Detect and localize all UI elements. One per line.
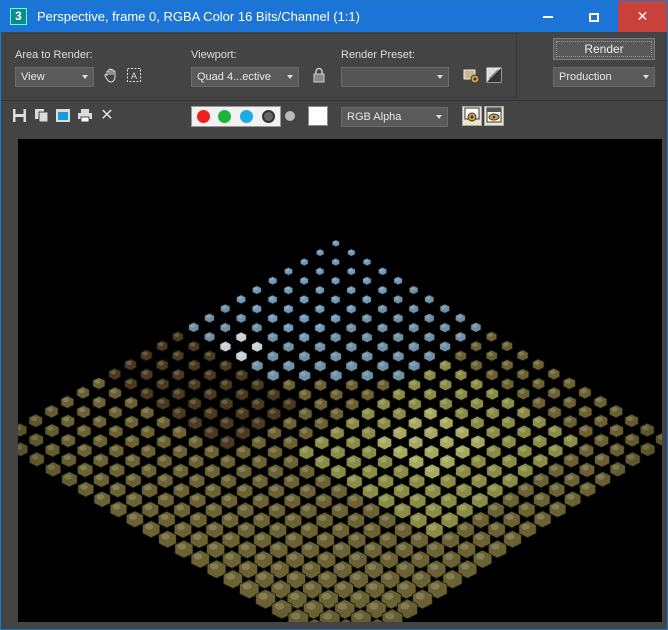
minimize-icon <box>543 16 553 19</box>
channel-display-dropdown[interactable]: RGB Alpha <box>341 107 448 127</box>
frame-toolbar: ✕ RGB Alpha <box>1 100 667 131</box>
render-preset-dropdown[interactable] <box>341 67 449 87</box>
toggle-ui-icon[interactable] <box>484 106 504 126</box>
channel-display-value: RGB Alpha <box>347 111 402 123</box>
production-value: Production <box>559 71 612 83</box>
close-button[interactable]: ✕ <box>618 1 667 32</box>
auto-region-icon[interactable]: A <box>124 67 144 87</box>
viewport-label: Viewport: <box>191 49 237 61</box>
alpha-channel-toggle[interactable] <box>262 110 275 123</box>
swatch-color-box[interactable] <box>308 106 328 126</box>
lock-icon[interactable] <box>309 67 329 87</box>
copy-image-icon[interactable] <box>33 108 49 124</box>
chevron-down-icon <box>643 75 649 79</box>
print-icon[interactable] <box>77 108 93 124</box>
monochrome-toggle[interactable] <box>285 111 295 121</box>
clone-frame-icon[interactable] <box>55 108 71 124</box>
area-to-render-value: View <box>21 71 45 83</box>
render-preset-label: Render Preset: <box>341 49 415 61</box>
render-settings-panel: Area to Render: View A Viewport: Quad 4.… <box>5 33 517 98</box>
minimize-button[interactable] <box>525 1 571 32</box>
blue-channel-toggle[interactable] <box>240 110 253 123</box>
clear-icon[interactable]: ✕ <box>99 108 115 124</box>
area-to-render-dropdown[interactable]: View <box>15 67 94 87</box>
green-channel-toggle[interactable] <box>218 110 231 123</box>
window-title: Perspective, frame 0, RGBA Color 16 Bits… <box>37 9 360 24</box>
render-setup-icon[interactable] <box>462 67 482 87</box>
save-icon[interactable] <box>11 108 27 124</box>
toggle-ui-overlays-icon[interactable] <box>462 106 482 126</box>
app-icon: 3 <box>10 8 27 25</box>
title-bar[interactable]: 3 Perspective, frame 0, RGBA Color 16 Bi… <box>1 1 667 32</box>
production-dropdown[interactable]: Production <box>553 67 655 87</box>
chevron-down-icon <box>436 115 442 119</box>
red-channel-toggle[interactable] <box>197 110 210 123</box>
viewport-dropdown[interactable]: Quad 4...ective <box>191 67 299 87</box>
channel-toggle-group <box>191 106 281 127</box>
chevron-down-icon <box>287 75 293 79</box>
rendered-image[interactable] <box>18 139 662 622</box>
chevron-down-icon <box>437 75 443 79</box>
rendered-hexagon-grid <box>18 139 662 622</box>
svg-text:A: A <box>131 71 137 81</box>
chevron-down-icon <box>82 75 88 79</box>
render-frame-window: 3 Perspective, frame 0, RGBA Color 16 Bi… <box>0 0 668 630</box>
maximize-icon <box>589 12 599 22</box>
pan-hand-icon[interactable] <box>101 67 121 87</box>
maximize-button[interactable] <box>571 1 617 32</box>
viewport-value: Quad 4...ective <box>197 71 271 83</box>
render-button[interactable]: Render <box>553 38 655 60</box>
area-to-render-label: Area to Render: <box>15 49 93 61</box>
environment-effects-icon[interactable] <box>484 67 504 87</box>
